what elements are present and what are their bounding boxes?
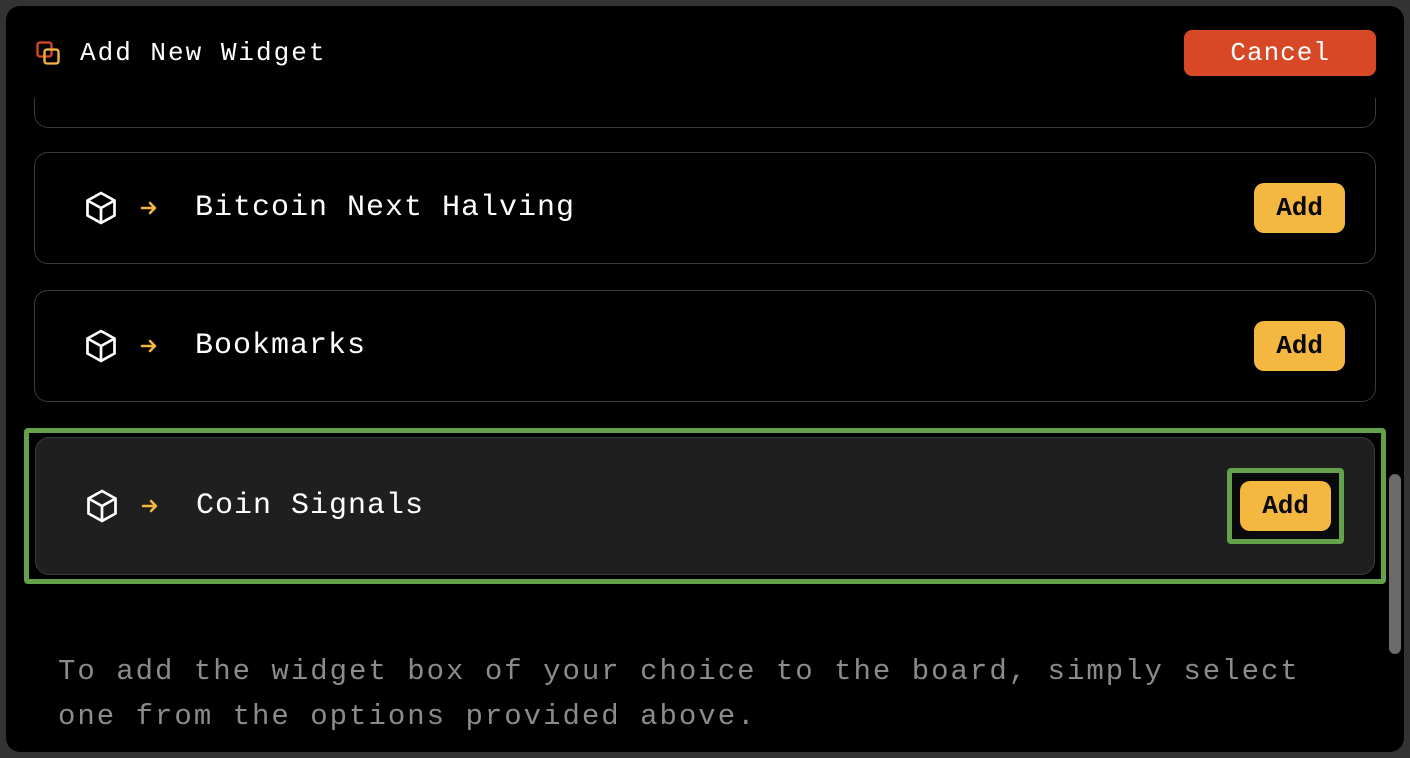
help-text: To add the widget box of your choice to …	[30, 610, 1380, 752]
modal-header: Add New Widget Cancel	[6, 6, 1404, 92]
widget-label: Bookmarks	[195, 329, 366, 363]
arrow-right-icon	[137, 334, 161, 358]
modal-title: Add New Widget	[80, 38, 326, 68]
widget-card-partial	[34, 98, 1376, 128]
widget-list: Bitcoin Next Halving Add Bookmarks Add	[6, 92, 1404, 752]
add-button[interactable]: Add	[1240, 481, 1331, 531]
arrow-right-icon	[138, 494, 162, 518]
widget-card-bitcoin-halving[interactable]: Bitcoin Next Halving Add	[34, 152, 1376, 264]
cube-icon	[83, 190, 119, 226]
copy-icon	[34, 39, 62, 67]
cube-icon	[84, 488, 120, 524]
arrow-right-icon	[137, 196, 161, 220]
widget-card-bookmarks[interactable]: Bookmarks Add	[34, 290, 1376, 402]
widget-label: Bitcoin Next Halving	[195, 191, 575, 225]
scrollbar-thumb[interactable]	[1389, 474, 1401, 654]
cube-icon	[83, 328, 119, 364]
highlighted-add-box: Add	[1227, 468, 1344, 544]
add-widget-modal: Add New Widget Cancel Bitcoin Next Halvi…	[6, 6, 1404, 752]
highlighted-widget-row: Coin Signals Add	[24, 428, 1386, 584]
cancel-button[interactable]: Cancel	[1184, 30, 1376, 76]
scrollbar[interactable]	[1389, 64, 1401, 652]
widget-card-coin-signals[interactable]: Coin Signals Add	[35, 437, 1375, 575]
add-button[interactable]: Add	[1254, 321, 1345, 371]
add-button[interactable]: Add	[1254, 183, 1345, 233]
widget-label: Coin Signals	[196, 489, 424, 523]
